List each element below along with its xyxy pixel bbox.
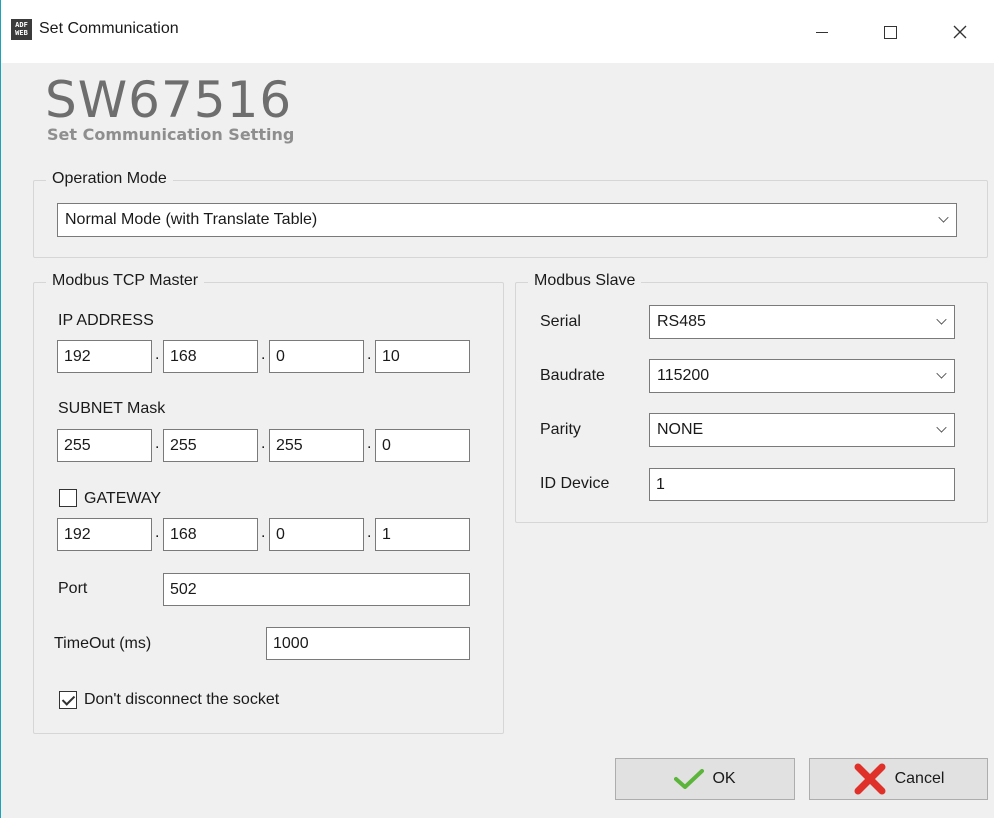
page-subtitle: Set Communication Setting: [47, 125, 295, 144]
close-button[interactable]: [930, 8, 990, 56]
chevron-down-icon: [938, 212, 949, 223]
product-code-title: SW67516: [45, 71, 293, 129]
checkmark-icon: [674, 769, 705, 789]
close-icon: [953, 25, 967, 39]
keep-socket-label: Don't disconnect the socket: [84, 691, 280, 708]
modbus-tcp-master-label: Modbus TCP Master: [46, 272, 205, 290]
window-title: Set Communication: [39, 20, 179, 37]
parity-select[interactable]: NONE: [649, 413, 955, 447]
gateway-octet-3[interactable]: 0: [269, 518, 364, 551]
modbus-slave-group: Modbus Slave Serial RS485 Baudrate 11520…: [515, 272, 988, 523]
timeout-label: TimeOut (ms): [54, 635, 152, 652]
chevron-down-icon: [936, 422, 947, 433]
ip-separator: .: [367, 346, 372, 363]
subnet-octet-2[interactable]: 255: [163, 429, 258, 462]
operation-mode-group: Operation Mode Normal Mode (with Transla…: [33, 170, 988, 258]
serial-select[interactable]: RS485: [649, 305, 955, 339]
cancel-button[interactable]: Cancel: [809, 758, 988, 800]
baudrate-select[interactable]: 115200: [649, 359, 955, 393]
timeout-input[interactable]: 1000: [266, 627, 470, 660]
baudrate-value: 115200: [657, 367, 710, 384]
ok-button[interactable]: OK: [615, 758, 795, 800]
parity-value: NONE: [657, 421, 704, 438]
subnet-mask-label: SUBNET Mask: [58, 400, 166, 417]
parity-label: Parity: [540, 421, 581, 438]
operation-mode-select[interactable]: Normal Mode (with Translate Table): [57, 203, 957, 237]
ip-octet-3[interactable]: 0: [269, 340, 364, 373]
port-input[interactable]: 502: [163, 573, 470, 606]
dialog-window: ADF WEB Set Communication SW67516 Set Co…: [0, 0, 994, 818]
minimize-icon: [816, 31, 828, 33]
ip-separator: .: [261, 346, 266, 363]
ip-separator: .: [155, 346, 160, 363]
port-label: Port: [58, 580, 88, 597]
id-device-input[interactable]: 1: [649, 468, 955, 501]
subnet-octet-4[interactable]: 0: [375, 429, 470, 462]
ok-label: OK: [712, 770, 736, 787]
gateway-label: GATEWAY: [84, 490, 162, 507]
gateway-separator: .: [367, 524, 372, 541]
ip-octet-2[interactable]: 168: [163, 340, 258, 373]
operation-mode-value: Normal Mode (with Translate Table): [65, 211, 318, 228]
serial-value: RS485: [657, 313, 706, 330]
ip-address-label: IP ADDRESS: [58, 312, 154, 329]
subnet-octet-1[interactable]: 255: [57, 429, 152, 462]
minimize-button[interactable]: [792, 8, 852, 56]
gateway-octet-2[interactable]: 168: [163, 518, 258, 551]
modbus-tcp-master-group: Modbus TCP Master IP ADDRESS 192 . 168 .…: [33, 272, 504, 734]
chevron-down-icon: [936, 314, 947, 325]
subnet-separator: .: [367, 435, 372, 452]
gateway-octet-1[interactable]: 192: [57, 518, 152, 551]
serial-label: Serial: [540, 313, 581, 330]
cancel-label: Cancel: [894, 770, 945, 787]
maximize-button[interactable]: [860, 8, 920, 56]
gateway-separator: .: [261, 524, 266, 541]
subnet-separator: .: [155, 435, 160, 452]
ip-octet-4[interactable]: 10: [375, 340, 470, 373]
baudrate-label: Baudrate: [540, 367, 605, 384]
modbus-slave-label: Modbus Slave: [528, 272, 642, 290]
subnet-octet-3[interactable]: 255: [269, 429, 364, 462]
id-device-label: ID Device: [540, 475, 610, 492]
ip-octet-1[interactable]: 192: [57, 340, 152, 373]
keep-socket-checkbox[interactable]: [59, 691, 77, 709]
operation-mode-label: Operation Mode: [46, 170, 173, 188]
red-x-icon: [854, 763, 886, 795]
gateway-checkbox[interactable]: [59, 489, 77, 507]
gateway-separator: .: [155, 524, 160, 541]
subnet-separator: .: [261, 435, 266, 452]
adfweb-logo-icon: ADF WEB: [11, 19, 32, 40]
maximize-icon: [883, 25, 897, 39]
chevron-down-icon: [936, 368, 947, 379]
gateway-octet-4[interactable]: 1: [375, 518, 470, 551]
title-bar[interactable]: ADF WEB Set Communication: [1, 0, 994, 63]
